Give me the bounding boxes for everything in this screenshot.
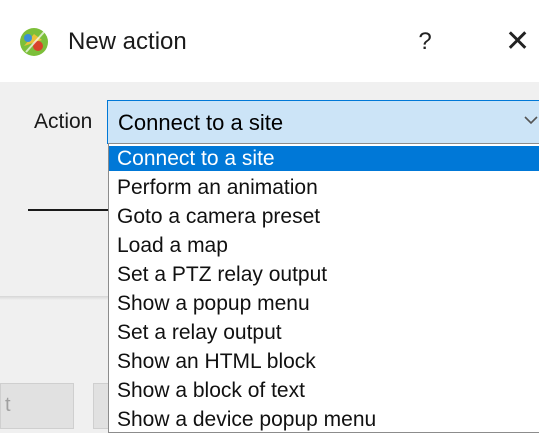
action-combobox-value: Connect to a site <box>118 110 284 135</box>
dropdown-item[interactable]: Show a device popup menu <box>109 407 539 432</box>
dropdown-item[interactable]: Connect to a site <box>109 146 539 171</box>
help-button[interactable]: ? <box>410 24 440 60</box>
dialog-title: New action <box>68 28 187 55</box>
title-bar: New action ? ✕ <box>0 0 539 82</box>
chevron-down-icon[interactable] <box>522 111 539 129</box>
disabled-button[interactable]: t <box>0 383 74 429</box>
action-combobox[interactable]: Connect to a site <box>107 100 539 144</box>
group-divider-line <box>28 209 108 211</box>
dropdown-item[interactable]: Set a relay output <box>109 320 539 345</box>
dropdown-item[interactable]: Show a popup menu <box>109 291 539 316</box>
dropdown-item[interactable]: Perform an animation <box>109 175 539 200</box>
app-icon <box>18 26 50 58</box>
dropdown-item[interactable]: Show a block of text <box>109 378 539 403</box>
dropdown-item[interactable]: Load a map <box>109 233 539 258</box>
close-button[interactable]: ✕ <box>505 22 539 62</box>
dropdown-item[interactable]: Goto a camera preset <box>109 204 539 229</box>
disabled-button-label: t <box>5 394 11 416</box>
action-label: Action <box>34 110 93 133</box>
dropdown-item[interactable]: Set a PTZ relay output <box>109 262 539 287</box>
dropdown-item[interactable]: Show an HTML block <box>109 349 539 374</box>
action-dropdown-list[interactable]: Connect to a site Perform an animation G… <box>108 143 539 433</box>
